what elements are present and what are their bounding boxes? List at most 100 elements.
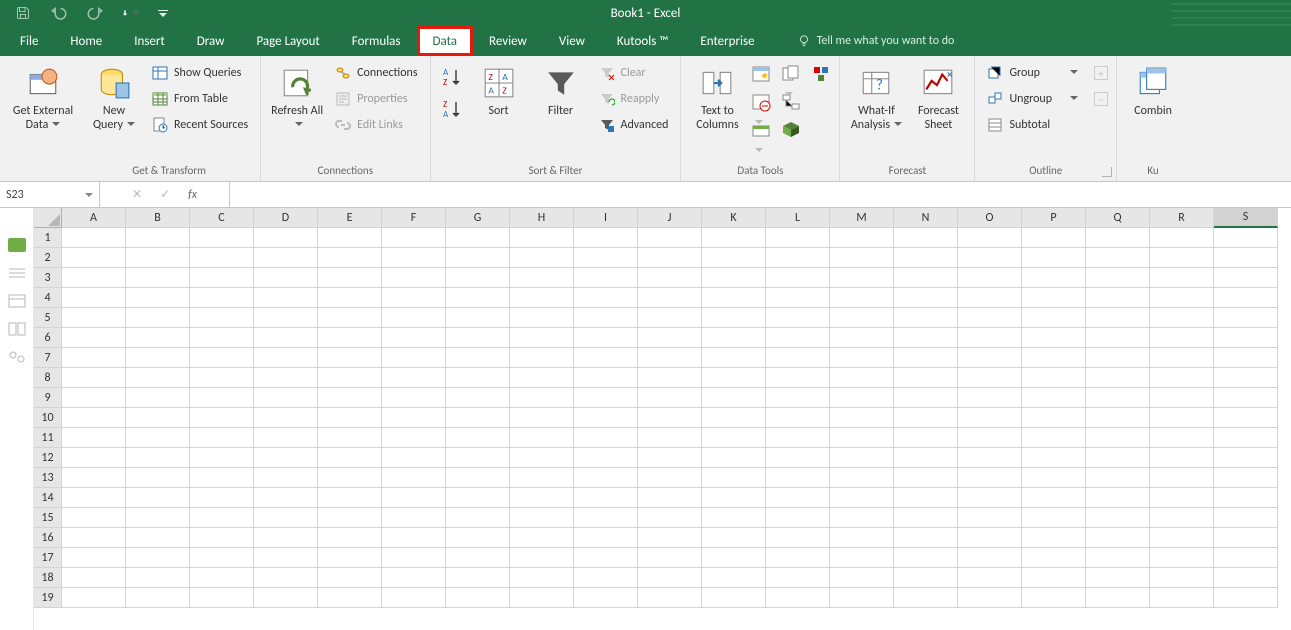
cell[interactable] <box>254 508 318 528</box>
cell[interactable] <box>382 428 446 448</box>
cell[interactable] <box>958 528 1022 548</box>
cell[interactable] <box>254 468 318 488</box>
cell[interactable] <box>510 268 574 288</box>
cell[interactable] <box>638 288 702 308</box>
cell[interactable] <box>766 368 830 388</box>
cell[interactable] <box>638 268 702 288</box>
cell[interactable] <box>446 468 510 488</box>
cell[interactable] <box>126 248 190 268</box>
cell[interactable] <box>318 468 382 488</box>
cell[interactable] <box>190 348 254 368</box>
row-header[interactable]: 2 <box>34 248 62 268</box>
cell[interactable] <box>1214 228 1278 248</box>
cell[interactable] <box>574 568 638 588</box>
row-header[interactable]: 19 <box>34 588 62 608</box>
cell[interactable] <box>1086 308 1150 328</box>
cell[interactable] <box>958 488 1022 508</box>
cell[interactable] <box>958 368 1022 388</box>
cell[interactable] <box>894 388 958 408</box>
cell[interactable] <box>638 388 702 408</box>
cell[interactable] <box>126 268 190 288</box>
cell[interactable] <box>190 388 254 408</box>
cell[interactable] <box>382 408 446 428</box>
cell[interactable] <box>318 368 382 388</box>
row-header[interactable]: 8 <box>34 368 62 388</box>
cell[interactable] <box>766 528 830 548</box>
cell[interactable] <box>62 508 126 528</box>
cell[interactable] <box>1214 508 1278 528</box>
cell[interactable] <box>62 588 126 608</box>
tab-kutools[interactable]: Kutools ™ <box>601 26 685 56</box>
cell[interactable] <box>830 528 894 548</box>
cell[interactable] <box>638 448 702 468</box>
cell[interactable] <box>126 588 190 608</box>
cell[interactable] <box>254 488 318 508</box>
cell[interactable] <box>958 268 1022 288</box>
cell[interactable] <box>510 428 574 448</box>
cell[interactable] <box>638 588 702 608</box>
cell[interactable] <box>1214 268 1278 288</box>
cell[interactable] <box>126 428 190 448</box>
cell[interactable] <box>1086 548 1150 568</box>
redo-icon[interactable] <box>86 4 104 22</box>
cell[interactable] <box>1022 408 1086 428</box>
cell[interactable] <box>1150 448 1214 468</box>
cell[interactable] <box>254 528 318 548</box>
name-box-dropdown-icon[interactable] <box>85 193 93 201</box>
column-header[interactable]: H <box>510 208 574 228</box>
cell[interactable] <box>702 488 766 508</box>
cell[interactable] <box>958 288 1022 308</box>
tab-home[interactable]: Home <box>54 26 118 56</box>
cell[interactable] <box>510 348 574 368</box>
cell[interactable] <box>510 548 574 568</box>
cell[interactable] <box>638 228 702 248</box>
cell[interactable] <box>894 228 958 248</box>
cell[interactable] <box>446 448 510 468</box>
clear-filter-button[interactable]: Clear <box>595 62 673 84</box>
cell[interactable] <box>766 408 830 428</box>
cell[interactable] <box>830 548 894 568</box>
cell[interactable] <box>702 328 766 348</box>
cell[interactable] <box>638 508 702 528</box>
cell[interactable] <box>382 588 446 608</box>
cell[interactable] <box>894 448 958 468</box>
cell[interactable] <box>766 268 830 288</box>
cell[interactable] <box>382 468 446 488</box>
touch-mode-icon[interactable] <box>122 4 140 22</box>
cell[interactable] <box>830 408 894 428</box>
hide-detail-button[interactable]: − <box>1094 92 1108 106</box>
cell[interactable] <box>1150 348 1214 368</box>
cell[interactable] <box>702 588 766 608</box>
cell[interactable] <box>958 388 1022 408</box>
cell[interactable] <box>510 308 574 328</box>
cell[interactable] <box>382 288 446 308</box>
cell[interactable] <box>510 288 574 308</box>
cell[interactable] <box>1022 228 1086 248</box>
cell[interactable] <box>574 528 638 548</box>
cell[interactable] <box>382 348 446 368</box>
cell[interactable] <box>190 268 254 288</box>
cell[interactable] <box>1086 488 1150 508</box>
cell[interactable] <box>1022 508 1086 528</box>
cell[interactable] <box>126 468 190 488</box>
cell[interactable] <box>318 228 382 248</box>
cell[interactable] <box>1086 508 1150 528</box>
cell[interactable] <box>766 308 830 328</box>
cell[interactable] <box>254 588 318 608</box>
cell[interactable] <box>446 268 510 288</box>
cell[interactable] <box>894 308 958 328</box>
cell[interactable] <box>1022 328 1086 348</box>
cell[interactable] <box>126 308 190 328</box>
column-header[interactable]: B <box>126 208 190 228</box>
tab-draw[interactable]: Draw <box>181 26 241 56</box>
cell[interactable] <box>766 548 830 568</box>
properties-button[interactable]: Properties <box>331 88 421 110</box>
cell[interactable] <box>574 488 638 508</box>
tab-review[interactable]: Review <box>473 26 543 56</box>
column-header[interactable]: L <box>766 208 830 228</box>
cell[interactable] <box>510 408 574 428</box>
cell[interactable] <box>958 568 1022 588</box>
cell[interactable] <box>1214 328 1278 348</box>
row-header[interactable]: 17 <box>34 548 62 568</box>
cell[interactable] <box>254 308 318 328</box>
